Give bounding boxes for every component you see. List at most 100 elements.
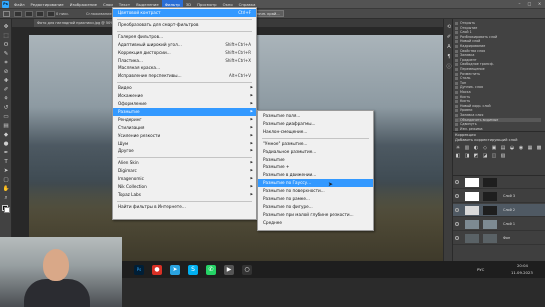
layer-row[interactable]: Слой 3 [453, 190, 545, 203]
brush-panel-icon[interactable]: ✐ [445, 33, 453, 41]
blur-submenu-item[interactable]: Радиальное размытие... [258, 148, 373, 156]
background-color-swatch[interactable] [4, 207, 10, 213]
blur-submenu-item[interactable]: Размытие [258, 156, 373, 164]
filter-menu-item[interactable]: Усиление резкости ▶ [113, 132, 256, 140]
shape-tool-icon[interactable]: ▢ [2, 176, 10, 184]
adjustment-icon[interactable]: ◨ [464, 153, 470, 159]
filter-menu-item[interactable]: Рендеринг ▶ [113, 116, 256, 124]
blur-submenu-item[interactable]: Размытие поля... [258, 112, 373, 120]
lasso-tool-icon[interactable]: ʘ [2, 41, 10, 49]
blur-submenu-item[interactable]: Размытие по рамке... [258, 195, 373, 203]
visibility-eye-icon[interactable] [455, 208, 459, 212]
filter-menu-item[interactable]: Размытие ▶ [113, 107, 256, 116]
blur-submenu-item[interactable]: Размытие диафрагмы... [258, 120, 373, 128]
adjustment-icon[interactable]: ◪ [482, 153, 488, 159]
keyboard-language[interactable]: РУС [477, 267, 484, 272]
blur-submenu-item[interactable]: Размытие в движении... [258, 171, 373, 179]
clone-stamp-tool-icon[interactable]: ⚘ [2, 95, 10, 103]
healing-brush-tool-icon[interactable]: ✚ [2, 77, 10, 85]
chrome-icon[interactable]: ● [152, 265, 162, 275]
filter-menu-item[interactable]: Imagenomic ▶ [113, 175, 256, 183]
blur-submenu-item[interactable]: Размытие при малой глубине резкости... [258, 211, 373, 219]
layer-row[interactable] [453, 176, 545, 189]
eraser-tool-icon[interactable]: ▭ [2, 113, 10, 121]
hand-tool-icon[interactable]: ✋ [2, 185, 10, 193]
pen-tool-icon[interactable]: ✒ [2, 149, 10, 157]
media-icon[interactable]: ▶ [224, 265, 234, 275]
type-tool-icon[interactable]: T [2, 158, 10, 166]
filter-menu-item[interactable]: Адаптивный широкий угол... Shift+Ctrl+A [113, 41, 256, 49]
new-selection-button[interactable] [14, 11, 22, 17]
marquee-tool-icon[interactable]: ⬚ [2, 32, 10, 40]
history-brush-tool-icon[interactable]: ↺ [2, 104, 10, 112]
blur-submenu-item[interactable]: Размытие по Гауссу... [258, 179, 373, 188]
zoom-tool-icon[interactable]: ⌕ [2, 194, 10, 202]
dodge-tool-icon[interactable]: ● [2, 140, 10, 148]
blur-submenu-item[interactable]: Среднее [258, 219, 373, 227]
filter-menu-item[interactable]: Коррекция дисторсии... Shift+Ctrl+R [113, 49, 256, 57]
adjustment-icon[interactable]: ▤ [500, 145, 506, 151]
adjustment-icon[interactable]: ▥ [464, 145, 470, 151]
adjustment-icon[interactable]: ▦ [527, 145, 533, 151]
layer-row[interactable]: Фон [453, 232, 545, 245]
blur-submenu-item[interactable]: Наклон-смещение... [258, 128, 373, 136]
adjustment-icon[interactable]: ▩ [536, 145, 542, 151]
info-panel-icon[interactable]: ⓘ [445, 63, 453, 71]
crop-tool-icon[interactable]: ⌗ [2, 59, 10, 67]
filter-menu-item[interactable]: Преобразовать для смарт-фильтров [113, 21, 256, 29]
adjustment-icon[interactable]: ◇ [482, 145, 488, 151]
subtract-selection-button[interactable] [36, 11, 44, 17]
filter-menu-item[interactable]: Topaz Labs ▶ [113, 191, 256, 199]
adjustment-icon[interactable]: ▣ [491, 145, 497, 151]
filter-menu-item[interactable]: Alien Skin ▶ [113, 159, 256, 167]
menu-edit[interactable]: Редактирование [28, 0, 67, 9]
blur-tool-icon[interactable]: ◆ [2, 131, 10, 139]
adjustment-icon[interactable]: ◉ [518, 145, 524, 151]
filter-menu-item[interactable]: Галерея фильтров... [113, 33, 256, 41]
maximize-icon[interactable]: □ [526, 1, 533, 7]
close-icon[interactable]: × [536, 1, 543, 7]
quick-select-tool-icon[interactable]: ✎ [2, 50, 10, 58]
minimize-icon[interactable]: – [516, 1, 523, 7]
paragraph-panel-icon[interactable]: ¶ [445, 53, 453, 61]
marquee-tool-preset-icon[interactable] [3, 11, 10, 17]
path-select-tool-icon[interactable]: ➤ [2, 167, 10, 175]
filter-menu-item[interactable]: Digimarc ▶ [113, 167, 256, 175]
filter-menu-item[interactable]: Цветовой контраст Ctrl+F [113, 9, 256, 17]
history-panel-icon[interactable]: ⟲ [445, 23, 453, 31]
feather-value[interactable]: 0 пикс. [56, 10, 69, 18]
character-panel-icon[interactable]: A [445, 43, 453, 51]
adjustments-tab[interactable]: Коррекция [455, 133, 476, 137]
move-tool-icon[interactable]: ✥ [2, 23, 10, 31]
filter-menu-item[interactable]: Другое ▶ [113, 147, 256, 155]
filter-menu-item[interactable]: Пластика... Shift+Ctrl+X [113, 57, 256, 65]
filter-menu-item[interactable]: Шум ▶ [113, 140, 256, 148]
filter-menu-item[interactable]: Nik Collection ▶ [113, 183, 256, 191]
eyedropper-tool-icon[interactable]: ⊘ [2, 68, 10, 76]
filter-menu-item[interactable]: Масляная краска... [113, 64, 256, 72]
visibility-eye-icon[interactable] [455, 236, 459, 240]
adjustment-icon[interactable]: ◧ [455, 153, 461, 159]
skype-icon[interactable]: S [188, 265, 198, 275]
filter-menu-item[interactable]: Стилизация ▶ [113, 124, 256, 132]
cortana-icon[interactable]: ○ [242, 265, 252, 275]
adjustment-icon[interactable]: ◫ [491, 153, 497, 159]
whatsapp-icon[interactable]: ✆ [206, 265, 216, 275]
intersect-selection-button[interactable] [47, 11, 55, 17]
visibility-eye-icon[interactable] [455, 222, 459, 226]
add-selection-button[interactable] [25, 11, 33, 17]
filter-menu-item[interactable]: Оформление ▶ [113, 100, 256, 108]
layer-row[interactable]: Слой 1 [453, 218, 545, 231]
filter-menu-item[interactable]: Видео ▶ [113, 84, 256, 92]
menu-image[interactable]: Изображение [67, 0, 100, 9]
adjustment-icon[interactable]: ☀ [455, 145, 461, 151]
filter-menu-item[interactable]: Исправление перспективы... Alt+Ctrl+V [113, 72, 256, 80]
menu-file[interactable]: Файл [11, 0, 28, 9]
filter-menu-item[interactable]: Найти фильтры в Интернете... [113, 203, 256, 211]
visibility-eye-icon[interactable] [455, 180, 459, 184]
adjustment-icon[interactable]: ◒ [509, 145, 515, 151]
adjustment-icon[interactable]: ▧ [500, 153, 506, 159]
layer-row[interactable]: Слой 2 [453, 204, 545, 217]
anti-alias-label[interactable]: Сглаживание [86, 10, 112, 18]
brush-tool-icon[interactable]: ✐ [2, 86, 10, 94]
